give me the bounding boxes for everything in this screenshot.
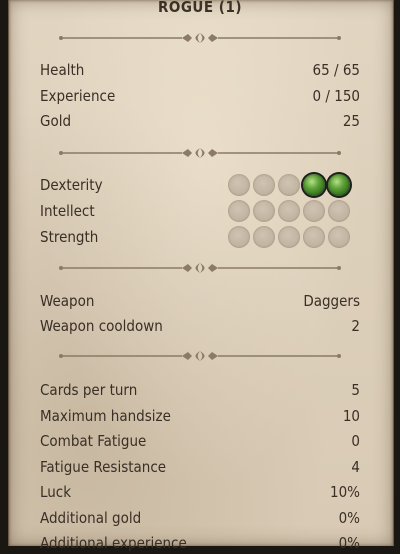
combat-stat-label: Additional gold [40,509,142,527]
combat-stat-value: 0% [338,509,360,527]
combat-stat-row: Additional experience 0% [40,532,360,554]
attribute-point-filled [303,174,325,196]
attribute-label: Dexterity [40,176,103,194]
weapon-stat-label: Weapon [40,292,95,310]
attribute-label: Strength [40,228,99,246]
attribute-point-empty [303,226,325,248]
combat-stat-label: Luck [40,483,72,501]
combat-stat-value: 10% [330,483,360,501]
stat-value: 25 [342,112,360,130]
ornamental-divider-icon [59,148,341,158]
stat-label: Health [40,61,85,79]
combat-stat-value: 5 [351,381,360,399]
combat-stat-value: 0 [351,432,360,450]
combat-stat-label: Additional experience [40,534,187,552]
weapon-stat-value: Daggers [303,292,360,310]
combat-stat-row: Fatigue Resistance 4 [40,456,360,478]
weapon-stat-row: Weapon cooldown 2 [40,315,360,337]
attribute-meter [228,226,350,248]
combat-stat-row: Maximum handsize 10 [40,405,360,427]
weapon-stat-value: 2 [351,317,360,335]
combat-stat-value: 4 [351,458,360,476]
attribute-point-empty [253,200,275,222]
ornamental-divider-icon [59,351,341,361]
attribute-point-empty [228,200,250,222]
stat-value: 65 / 65 [312,61,360,79]
combat-stat-row: Additional gold 0% [40,507,360,529]
attribute-point-empty [228,226,250,248]
attribute-point-empty [278,200,300,222]
character-title: ROGUE (1) [157,0,243,16]
attribute-point-empty [303,200,325,222]
ornamental-divider-icon [59,263,341,273]
combat-stat-row: Cards per turn 5 [40,379,360,401]
weapon-stat-label: Weapon cooldown [40,317,163,335]
ornamental-divider-icon [59,33,341,43]
stat-row: Gold 25 [40,110,360,132]
attribute-meter [228,200,350,222]
stat-row: Health 65 / 65 [40,59,360,81]
attribute-point-filled [328,174,350,196]
attribute-point-empty [228,174,250,196]
attribute-point-empty [253,174,275,196]
attribute-point-empty [278,226,300,248]
stat-label: Gold [40,112,72,130]
combat-stat-value: 0% [338,534,360,552]
combat-stat-label: Maximum handsize [40,407,171,425]
combat-stat-label: Combat Fatigue [40,432,147,450]
stat-row: Experience 0 / 150 [40,85,360,107]
attribute-point-empty [328,200,350,222]
attribute-point-empty [253,226,275,248]
attribute-label: Intellect [40,202,95,220]
stat-value: 0 / 150 [312,87,360,105]
combat-stat-label: Fatigue Resistance [40,458,167,476]
stat-label: Experience [40,87,116,105]
attribute-meter [228,174,350,196]
combat-stat-row: Combat Fatigue 0 [40,430,360,452]
attribute-point-empty [328,226,350,248]
weapon-stat-row: Weapon Daggers [40,290,360,312]
attribute-point-empty [278,174,300,196]
combat-stat-row: Luck 10% [40,481,360,503]
combat-stat-value: 10 [342,407,360,425]
combat-stat-label: Cards per turn [40,381,138,399]
